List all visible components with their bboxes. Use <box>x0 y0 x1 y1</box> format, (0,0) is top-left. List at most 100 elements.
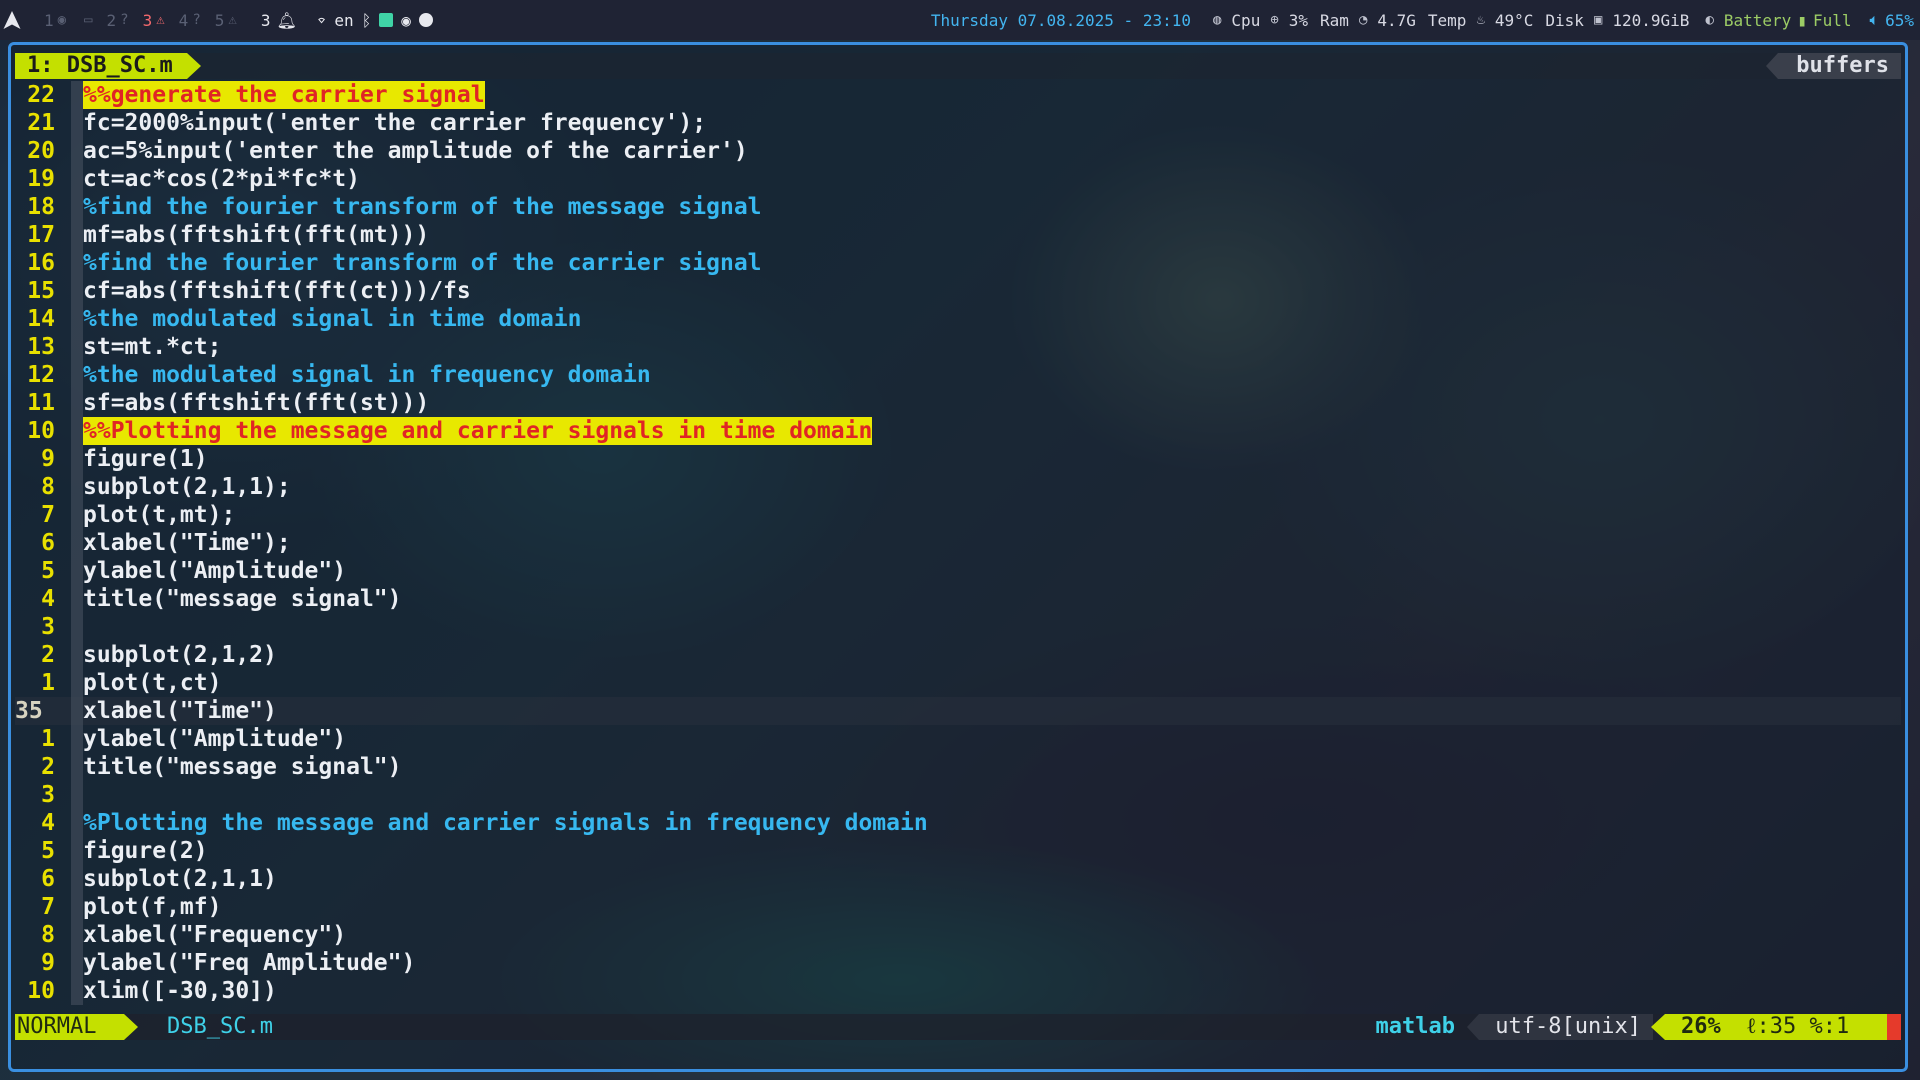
sign-column <box>71 641 83 669</box>
line-column: ℓ:35 %:1 <box>1746 1014 1850 1039</box>
sign-column <box>71 445 83 473</box>
code-line[interactable]: 3 <box>15 613 1901 641</box>
line-text: figure(1) <box>83 446 208 472</box>
line-number: 1 <box>41 670 55 696</box>
workspace-5[interactable]: 5 ⚠ <box>215 11 237 30</box>
line-text: subplot(2,1,2) <box>83 642 277 668</box>
disk-label: Disk <box>1545 10 1584 30</box>
current-line[interactable]: 35 xlabel("Time") <box>15 697 1901 725</box>
notification-count: 3 <box>260 10 271 30</box>
workspace-2[interactable]: 2? <box>107 11 129 30</box>
code-line[interactable]: 18 %find the fourier transform of the mes… <box>15 193 1901 221</box>
notifications[interactable]: 3 🔔︎ <box>261 11 297 30</box>
buffers-label[interactable]: buffers <box>1766 53 1901 79</box>
bluetooth-icon[interactable]: ᛒ <box>362 11 372 30</box>
code-line[interactable]: 19 ct=ac*cos(2*pi*fc*t) <box>15 165 1901 193</box>
clock[interactable]: Thursday 07.08.2025 - 23:10 <box>931 11 1191 30</box>
battery-label: Battery <box>1723 10 1792 30</box>
code-line[interactable]: 14 %the modulated signal in time domain <box>15 305 1901 333</box>
code-line[interactable]: 13 st=mt.*ct; <box>15 333 1901 361</box>
code-line[interactable]: 8 subplot(2,1,1); <box>15 473 1901 501</box>
line-number: 18 <box>27 194 55 220</box>
code-line[interactable]: 16 %find the fourier transform of the car… <box>15 249 1901 277</box>
workspace-4[interactable]: 4? <box>179 11 201 30</box>
sign-column <box>71 277 83 305</box>
line-number: 7 <box>41 502 55 528</box>
sign-column <box>71 529 83 557</box>
workspace-x1[interactable]: ▭ <box>80 12 92 28</box>
volume-value[interactable]: 65% <box>1885 11 1914 30</box>
warning-icon: ⚠ <box>156 12 165 28</box>
workspace-3[interactable]: 3 ⚠ <box>143 11 165 30</box>
line-text: title("message signal") <box>83 586 402 612</box>
code-line[interactable]: 1 ylabel("Amplitude") <box>15 725 1901 753</box>
tab-dsb-sc[interactable]: 1: DSB_SC.m <box>15 53 201 79</box>
keyboard-layout[interactable]: en <box>334 11 353 30</box>
line-number: 3 <box>41 614 55 640</box>
workspace-number: 2 <box>106 10 117 30</box>
code-line[interactable]: 1 plot(t,ct) <box>15 669 1901 697</box>
arch-logo-icon[interactable] <box>2 10 22 30</box>
code-line[interactable]: 7 plot(t,mt); <box>15 501 1901 529</box>
line-text: ct=ac*cos(2*pi*fc*t) <box>83 166 360 192</box>
workspace-1[interactable]: 1 ◉ <box>44 11 66 30</box>
encoding: utf-8[unix] <box>1467 1014 1653 1040</box>
code-line[interactable]: 9 figure(1) <box>15 445 1901 473</box>
sign-column <box>71 977 83 1005</box>
code-line[interactable]: 5 ylabel("Amplitude") <box>15 557 1901 585</box>
code-line[interactable]: 6 subplot(2,1,1) <box>15 865 1901 893</box>
line-number: 17 <box>27 222 55 248</box>
line-text: xlim([-30,30]) <box>83 978 277 1004</box>
status-end-cap <box>1887 1014 1901 1040</box>
discord-tray-icon[interactable]: ◉ <box>401 11 411 30</box>
code-line[interactable]: 7 plot(f,mf) <box>15 893 1901 921</box>
line-text: sf=abs(fftshift(fft(st))) <box>83 390 430 416</box>
status-modules: Thursday 07.08.2025 - 23:10 ◍ Cpu ⊕ 3% R… <box>931 0 1914 40</box>
line-number: 21 <box>27 110 55 136</box>
code-line[interactable]: 21 fc=2000%input('enter the carrier frequ… <box>15 109 1901 137</box>
code-line[interactable]: 5 figure(2) <box>15 837 1901 865</box>
line-number: 5 <box>41 558 55 584</box>
code-line[interactable]: 12 %the modulated signal in frequency dom… <box>15 361 1901 389</box>
line-number: 4 <box>41 810 55 836</box>
code-line[interactable]: 4 %Plotting the message and carrier signa… <box>15 809 1901 837</box>
code-line[interactable]: 17 mf=abs(fftshift(fft(mt))) <box>15 221 1901 249</box>
line-text: mf=abs(fftshift(fft(mt))) <box>83 222 430 248</box>
network-icon[interactable]: ⌔ <box>317 11 327 30</box>
line-text: figure(2) <box>83 838 208 864</box>
line-text: ylabel("Amplitude") <box>83 558 347 584</box>
code-line[interactable]: 4 title("message signal") <box>15 585 1901 613</box>
mode-indicator: NORMAL <box>15 1014 140 1040</box>
system-tray: ⌔ en ᛒ ◉ <box>317 11 433 30</box>
code-line[interactable]: 8 xlabel("Frequency") <box>15 921 1901 949</box>
code-area[interactable]: 22 %%generate the carrier signal 21 fc=2000… <box>15 81 1901 1005</box>
code-line[interactable]: 2 subplot(2,1,2) <box>15 641 1901 669</box>
code-line[interactable]: 10 xlim([-30,30]) <box>15 977 1901 1005</box>
sign-column <box>71 305 83 333</box>
sign-column <box>71 613 83 641</box>
code-line[interactable]: 10 %%Plotting the message and carrier sig… <box>15 417 1901 445</box>
app-tray-icon[interactable] <box>379 13 394 27</box>
code-line[interactable]: 22 %%generate the carrier signal <box>15 81 1901 109</box>
line-number: 9 <box>41 446 55 472</box>
code-line[interactable]: 11 sf=abs(fftshift(fft(st))) <box>15 389 1901 417</box>
line-number: 12 <box>27 362 55 388</box>
scroll-percent: 26% <box>1681 1014 1721 1039</box>
sign-column <box>71 221 83 249</box>
code-line[interactable]: 3 <box>15 781 1901 809</box>
flame-icon: ♨ <box>1476 12 1485 28</box>
code-line[interactable]: 15 cf=abs(fftshift(fft(ct)))/fs <box>15 277 1901 305</box>
sign-column <box>71 585 83 613</box>
code-line[interactable]: 20 ac=5%input('enter the amplitude of the… <box>15 137 1901 165</box>
volume-icon[interactable]: 🔈︎ <box>1869 10 1879 30</box>
line-number: 22 <box>27 82 55 108</box>
terminal-window[interactable]: 1: DSB_SC.m buffers 22 %%generate the car… <box>8 42 1908 1072</box>
steam-icon[interactable] <box>418 13 433 27</box>
line-text: %find the fourier transform of the messa… <box>83 194 762 220</box>
code-line[interactable]: 6 xlabel("Time"); <box>15 529 1901 557</box>
cpu-icon: ◍ <box>1212 12 1222 28</box>
brightness-icon[interactable]: ◐ <box>1705 12 1713 28</box>
code-line[interactable]: 2 title("message signal") <box>15 753 1901 781</box>
code-line[interactable]: 9 ylabel("Freq Amplitude") <box>15 949 1901 977</box>
workspace-number: 3 <box>142 10 153 30</box>
